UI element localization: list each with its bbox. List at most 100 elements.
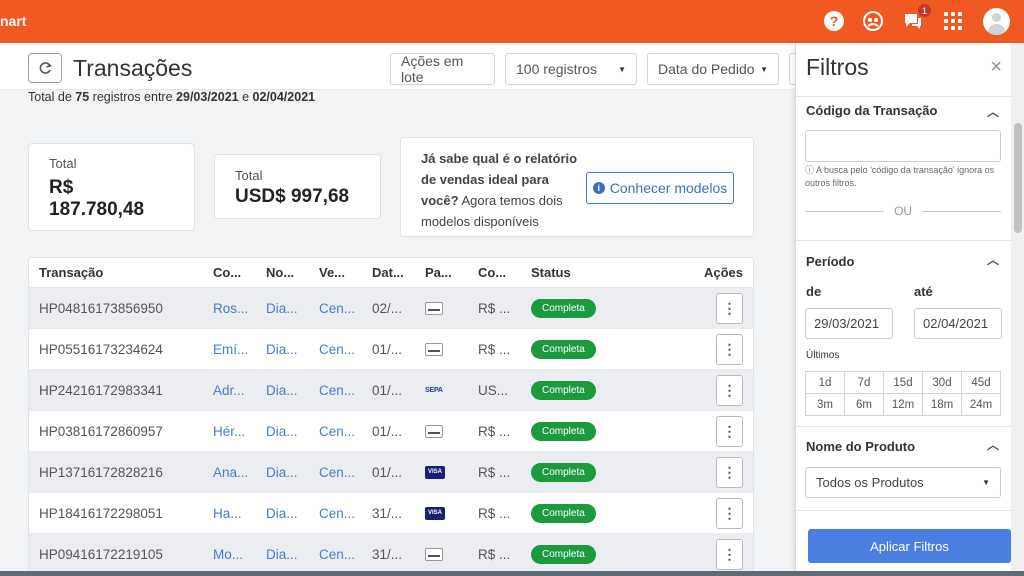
report-promo-card: Já sabe qual é o relatório de vendas ide… (400, 137, 754, 237)
notification-badge: 1 (918, 4, 931, 17)
boleto-icon (425, 548, 443, 562)
col-vendedor[interactable]: Ve... (309, 265, 362, 280)
chat-icon[interactable]: 1 (903, 4, 931, 31)
order-date: 31/... (372, 546, 403, 562)
seller-link[interactable]: Cen... (309, 301, 362, 316)
transaction-code-section[interactable]: Código da Transação (806, 103, 937, 118)
seller-link[interactable]: Cen... (309, 465, 362, 480)
page-scrollbar[interactable] (1012, 43, 1024, 576)
know-models-label: Conhecer modelos (609, 180, 728, 196)
status-badge: Completa (531, 421, 596, 441)
quick-range-30d[interactable]: 30d (923, 372, 962, 394)
sort-field-select[interactable]: Data do Pedido ▼ (647, 53, 779, 85)
order-date: 01/... (372, 341, 403, 357)
seller-link[interactable]: Cen... (309, 424, 362, 439)
buyer-link[interactable]: Mo... (203, 547, 256, 562)
seller-link[interactable]: Cen... (309, 547, 362, 562)
col-data[interactable]: Dat... (362, 265, 415, 280)
buyer-link[interactable]: Ros... (203, 301, 256, 316)
table-row[interactable]: HP18416172298051 Ha... Dia... Cen... 31/... V… (29, 493, 753, 534)
row-actions-button[interactable]: ⋮ (716, 456, 743, 488)
table-row[interactable]: HP04816173856950 Ros... Dia... Cen... 02/...… (29, 288, 753, 329)
total-brl-label: Total (49, 156, 77, 171)
table-row[interactable]: HP03816172860957 Hér... Dia... Cen... 01/...… (29, 411, 753, 452)
transaction-id[interactable]: HP09416172219105 (29, 547, 203, 562)
buyer-link[interactable]: Emí... (203, 342, 256, 357)
user-avatar[interactable] (983, 8, 1010, 35)
buyer-link[interactable]: Ana... (203, 465, 256, 480)
transaction-id[interactable]: HP05516173234624 (29, 342, 203, 357)
apply-filters-button[interactable]: Aplicar Filtros (808, 529, 1011, 563)
help-icon[interactable]: ? (824, 11, 844, 31)
row-actions-button[interactable]: ⋮ (716, 292, 743, 324)
transaction-id[interactable]: HP03816172860957 (29, 424, 203, 439)
refresh-button[interactable] (28, 53, 62, 83)
scrollbar-thumb[interactable] (1014, 123, 1022, 233)
quick-range-1d[interactable]: 1d (806, 372, 845, 394)
table-row[interactable]: HP24216172983341 Adr... Dia... Cen... 01/...… (29, 370, 753, 411)
quick-range-18m[interactable]: 18m (923, 394, 962, 416)
product-section[interactable]: Nome do Produto (806, 439, 915, 454)
col-comprador[interactable]: Co... (203, 265, 256, 280)
know-models-button[interactable]: i Conhecer modelos (586, 172, 734, 204)
transaction-id[interactable]: HP13716172828216 (29, 465, 203, 480)
transaction-id[interactable]: HP04816173856950 (29, 301, 203, 316)
col-status[interactable]: Status (521, 265, 641, 280)
row-actions-button[interactable]: ⋮ (716, 374, 743, 406)
seller-link[interactable]: Cen... (309, 506, 362, 521)
buyer-link[interactable]: Adr... (203, 383, 256, 398)
quick-range-3m[interactable]: 3m (806, 394, 845, 416)
seller-link[interactable]: Cen... (309, 383, 362, 398)
row-actions-button[interactable]: ⋮ (716, 497, 743, 529)
apps-grid-icon[interactable] (943, 11, 963, 31)
row-actions-button[interactable]: ⋮ (716, 333, 743, 365)
from-label: de (806, 284, 822, 299)
brand-logo[interactable]: nart (0, 13, 26, 29)
product-select[interactable]: Todos os Produtos ▼ (805, 467, 1001, 498)
visa-card-icon: VISA (425, 466, 445, 480)
transaction-id[interactable]: HP24216172983341 (29, 383, 203, 398)
quick-range-12m[interactable]: 12m (884, 394, 923, 416)
buyer-link[interactable]: Ha... (203, 506, 256, 521)
product-link[interactable]: Dia... (256, 547, 309, 562)
product-link[interactable]: Dia... (256, 465, 309, 480)
transaction-code-input[interactable] (805, 130, 1001, 162)
chevron-up-icon[interactable]: ︿ (987, 436, 999, 453)
transaction-id[interactable]: HP18416172298051 (29, 506, 203, 521)
product-link[interactable]: Dia... (256, 424, 309, 439)
page-size-select[interactable]: 100 registros ▼ (505, 53, 637, 85)
community-icon[interactable] (863, 11, 883, 31)
col-pagamento[interactable]: Pa... (415, 265, 468, 280)
col-transacao[interactable]: Transação (29, 265, 203, 280)
product-link[interactable]: Dia... (256, 506, 309, 521)
quick-range-6m[interactable]: 6m (845, 394, 884, 416)
product-link[interactable]: Dia... (256, 342, 309, 357)
seller-link[interactable]: Cen... (309, 342, 362, 357)
order-date: 01/... (372, 423, 403, 439)
row-actions-button[interactable]: ⋮ (716, 538, 743, 570)
from-date-input[interactable]: 29/03/2021 (805, 308, 893, 339)
chevron-up-icon[interactable]: ︿ (987, 251, 999, 268)
col-comissao[interactable]: Co... (468, 265, 521, 280)
table-row[interactable]: HP13716172828216 Ana... Dia... Cen... 01/...… (29, 452, 753, 493)
table-row[interactable]: HP09416172219105 Mo... Dia... Cen... 31/... R… (29, 534, 753, 575)
to-label: até (914, 284, 933, 299)
chevron-up-icon[interactable]: ︿ (987, 103, 999, 120)
order-date: 02/... (372, 300, 403, 316)
quick-range-45d[interactable]: 45d (962, 372, 1001, 394)
buyer-link[interactable]: Hér... (203, 424, 256, 439)
row-actions-button[interactable]: ⋮ (716, 415, 743, 447)
quick-range-15d[interactable]: 15d (884, 372, 923, 394)
product-link[interactable]: Dia... (256, 383, 309, 398)
to-date-input[interactable]: 02/04/2021 (914, 308, 1002, 339)
commission-value: US... (478, 382, 509, 398)
batch-actions-button[interactable]: Ações em lote (390, 53, 495, 85)
table-row[interactable]: HP05516173234624 Emí... Dia... Cen... 01/...… (29, 329, 753, 370)
col-acoes: Ações (703, 265, 743, 280)
product-link[interactable]: Dia... (256, 301, 309, 316)
quick-range-7d[interactable]: 7d (845, 372, 884, 394)
period-section[interactable]: Período (806, 254, 854, 269)
col-nome[interactable]: No... (256, 265, 309, 280)
quick-range-24m[interactable]: 24m (962, 394, 1001, 416)
close-icon[interactable]: × (990, 56, 1002, 79)
